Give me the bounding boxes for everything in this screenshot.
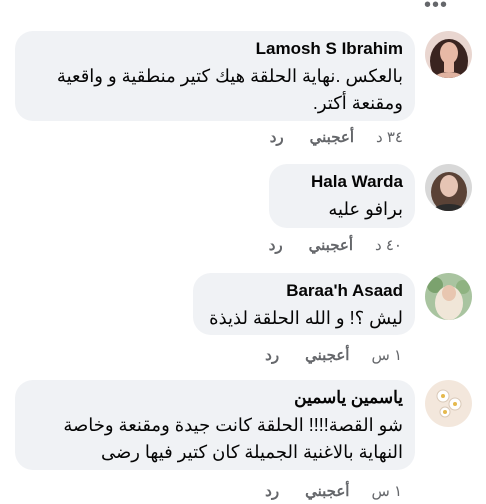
comment-text: ليش ؟! و الله الحلقة لذيذة <box>209 308 403 328</box>
comment-time[interactable]: ١ س <box>371 482 402 500</box>
comment-bubble: Lamosh S Ibrahim بالعكس .نهاية الحلقة هي… <box>15 31 415 121</box>
comment-text: بالعكس .نهاية الحلقة هيك كتير منطقية و و… <box>56 66 403 113</box>
comment-actions: ٣٤ د أعجبني رد <box>270 128 403 146</box>
reply-button[interactable]: رد <box>270 128 284 146</box>
comment-actions: ١ س أعجبني رد <box>265 482 402 500</box>
comment-bubble: Baraa'h Asaad ليش ؟! و الله الحلقة لذيذة <box>193 273 415 335</box>
comment-text: شو القصة!!!! الحلقة كانت جيدة ومقنعة وخا… <box>63 415 403 462</box>
comment-bubble: Hala Warda برافو عليه <box>269 164 415 228</box>
comment-bubble: ياسمين ياسمين شو القصة!!!! الحلقة كانت ج… <box>15 380 415 470</box>
more-dots-icon[interactable]: ••• <box>424 0 448 17</box>
like-button[interactable]: أعجبني <box>309 236 353 254</box>
comment-time[interactable]: ٣٤ د <box>376 128 403 146</box>
comment-author[interactable]: Baraa'h Asaad <box>205 281 403 301</box>
avatar[interactable] <box>425 380 472 427</box>
comment-author[interactable]: ياسمين ياسمين <box>27 388 403 408</box>
avatar[interactable] <box>425 164 472 211</box>
like-button[interactable]: أعجبني <box>305 482 349 500</box>
reply-button[interactable]: رد <box>265 346 279 364</box>
reply-button[interactable]: رد <box>265 482 279 500</box>
reply-button[interactable]: رد <box>269 236 283 254</box>
like-button[interactable]: أعجبني <box>305 346 349 364</box>
comment-text: برافو عليه <box>328 199 403 219</box>
avatar[interactable] <box>425 31 472 78</box>
comment-author[interactable]: Lamosh S Ibrahim <box>27 39 403 59</box>
comment-actions: ١ س أعجبني رد <box>265 346 402 364</box>
comment-time[interactable]: ٤٠ د <box>375 236 402 254</box>
comment-actions: ٤٠ د أعجبني رد <box>269 236 402 254</box>
comment-time[interactable]: ١ س <box>371 346 402 364</box>
avatar[interactable] <box>425 273 472 320</box>
like-button[interactable]: أعجبني <box>310 128 354 146</box>
comment-author[interactable]: Hala Warda <box>281 172 403 192</box>
